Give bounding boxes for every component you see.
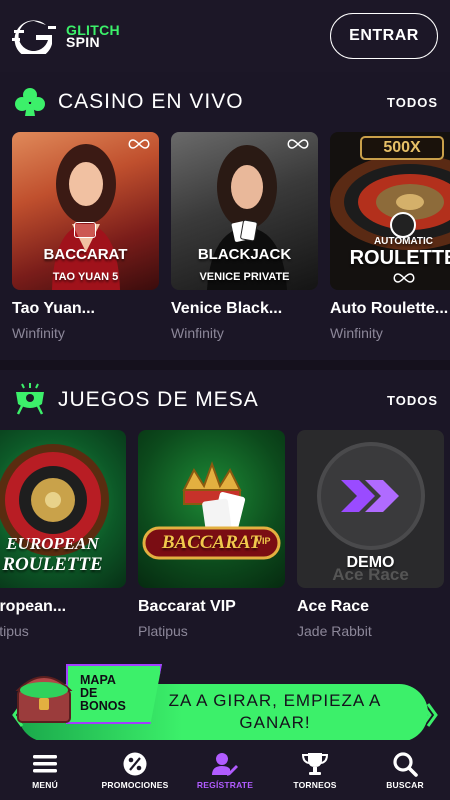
baccarat-cards-icon (74, 222, 96, 238)
thumb-title: BLACKJACK (197, 246, 292, 263)
logo[interactable]: GLITCH SPIN (12, 18, 120, 54)
game-carousel[interactable]: EUROPEAN ROULETTE European... Platipus (0, 430, 450, 658)
game-name: Venice Black... (171, 300, 283, 317)
nav-label: MENÚ (32, 779, 58, 790)
thumb-subtitle: VIP (256, 536, 271, 546)
thumb-top-label: AUTOMATIC (373, 236, 434, 247)
game-name: European... (0, 598, 67, 615)
chevron-right-icon (420, 703, 438, 727)
game-thumbnail[interactable]: BACCARAT TAO YUAN 5 (12, 132, 159, 290)
bonus-map-tag[interactable]: MAPA DE BONOS (66, 664, 162, 724)
nav-label: TORNEOS (293, 779, 337, 790)
nav-register[interactable]: REGÍSTRATE (180, 740, 270, 800)
percent-icon (123, 752, 147, 775)
nav-label: BUSCAR (386, 779, 424, 790)
trophy-icon (301, 752, 329, 775)
multiplier-badge: 500X (360, 136, 444, 160)
header: GLITCH SPIN ENTRAR (0, 0, 450, 72)
game-provider: Winfinity (12, 325, 65, 341)
game-thumbnail[interactable]: DEMO Ace Race (297, 430, 444, 588)
search-icon (393, 751, 418, 777)
thumb-title: ROULETTE (349, 247, 450, 269)
logo-text-spin: SPIN (66, 34, 100, 50)
game-provider: Winfinity (330, 325, 383, 341)
game-name: Baccarat VIP (138, 598, 236, 615)
thumb-subtitle: ROULETTE (2, 554, 103, 575)
game-thumbnail[interactable]: BACCARAT VIP (138, 430, 285, 588)
dealer-illustration (207, 145, 287, 290)
glitch-logo-icon (12, 20, 56, 54)
game-card[interactable]: BLACKJACK VENICE PRIVATE Venice Black...… (171, 132, 318, 341)
page: GLITCH SPIN ENTRAR CASINO EN VIVO TODOS (0, 0, 450, 800)
infinity-icon (128, 139, 150, 149)
game-name: Auto Roulette... (330, 300, 449, 317)
game-provider: Platipus (138, 623, 188, 639)
promo-banner-text: ZA A GIRAR, EMPIEZA A GANAR! (150, 690, 400, 734)
game-provider: Platipus (0, 623, 29, 639)
promo-line-1: ZA A GIRAR, EMPIEZA A (168, 691, 382, 710)
view-all-link[interactable]: TODOS (387, 393, 438, 408)
thumb-subtitle: TAO YUAN 5 (52, 271, 119, 283)
nav-menu[interactable]: MENÚ (0, 740, 90, 800)
table-games-section: JUEGOS DE MESA TODOS EUROPEAN ROULETTE r… (0, 370, 450, 660)
register-icon (212, 752, 238, 776)
game-name: Ace Race (297, 598, 370, 615)
game-carousel[interactable]: BACCARAT TAO YUAN 5 Tao Yuan... Winfinit… (0, 132, 450, 360)
game-card[interactable]: BACCARAT VIP Baccarat VIP Platipus (138, 430, 285, 639)
roulette-logo-icon (390, 212, 416, 238)
dealer-illustration (52, 144, 120, 290)
nav-search[interactable]: BUSCAR (360, 740, 450, 800)
game-card[interactable]: EUROPEAN ROULETTE European... Platipus (0, 430, 126, 639)
game-card[interactable]: DEMO Ace Race Ace Race Jade Rabbit (297, 430, 444, 639)
nav-tournaments[interactable]: TORNEOS (270, 740, 360, 800)
section-divider (0, 360, 450, 370)
thumb-subtitle: VENICE PRIVATE (199, 271, 290, 283)
thumb-title: EUROPEAN (6, 534, 99, 553)
bonus-map-promo[interactable]: ZA A GIRAR, EMPIEZA A GANAR! MAPA DE BON… (10, 660, 450, 742)
club-icon (15, 88, 45, 116)
promo-line-2: GANAR! (239, 713, 311, 732)
table-games-icon (16, 383, 44, 415)
menu-icon (33, 754, 57, 772)
game-provider: Winfinity (171, 325, 224, 341)
thumb-subtitle: Ace Race (332, 565, 409, 584)
nav-label: REGÍSTRATE (196, 779, 254, 790)
bottom-nav: MENÚ PROMOCIONES REGÍSTRATE TORNEOS BUSC… (0, 740, 450, 800)
view-all-link[interactable]: TODOS (387, 95, 438, 110)
treasure-chest-icon (15, 676, 73, 723)
login-button[interactable]: ENTRAR (330, 13, 438, 59)
tag-line-3: BONOS (80, 699, 126, 713)
infinity-icon (393, 273, 415, 283)
playing-cards-icon (231, 219, 258, 242)
section-title: CASINO EN VIVO (58, 90, 244, 113)
game-thumbnail[interactable]: BLACKJACK VENICE PRIVATE (171, 132, 318, 290)
section-title: JUEGOS DE MESA (58, 388, 259, 411)
game-provider: Jade Rabbit (297, 623, 372, 639)
thumb-title: BACCARAT (43, 246, 128, 263)
game-card[interactable]: BACCARAT TAO YUAN 5 Tao Yuan... Winfinit… (12, 132, 159, 341)
game-name: Tao Yuan... (12, 300, 95, 317)
infinity-icon (287, 139, 309, 149)
live-casino-section: CASINO EN VIVO TODOS BACCARAT TAO YUAN 5… (0, 72, 450, 360)
game-card[interactable]: 500X AUTOMATIC ROULETTE Auto Roulette...… (330, 132, 450, 341)
game-thumbnail[interactable]: EUROPEAN ROULETTE (0, 430, 126, 588)
crown-cards-illustration (142, 461, 281, 560)
game-thumbnail[interactable]: 500X AUTOMATIC ROULETTE (330, 132, 450, 290)
nav-promotions[interactable]: PROMOCIONES (90, 740, 180, 800)
nav-label: PROMOCIONES (101, 779, 169, 790)
